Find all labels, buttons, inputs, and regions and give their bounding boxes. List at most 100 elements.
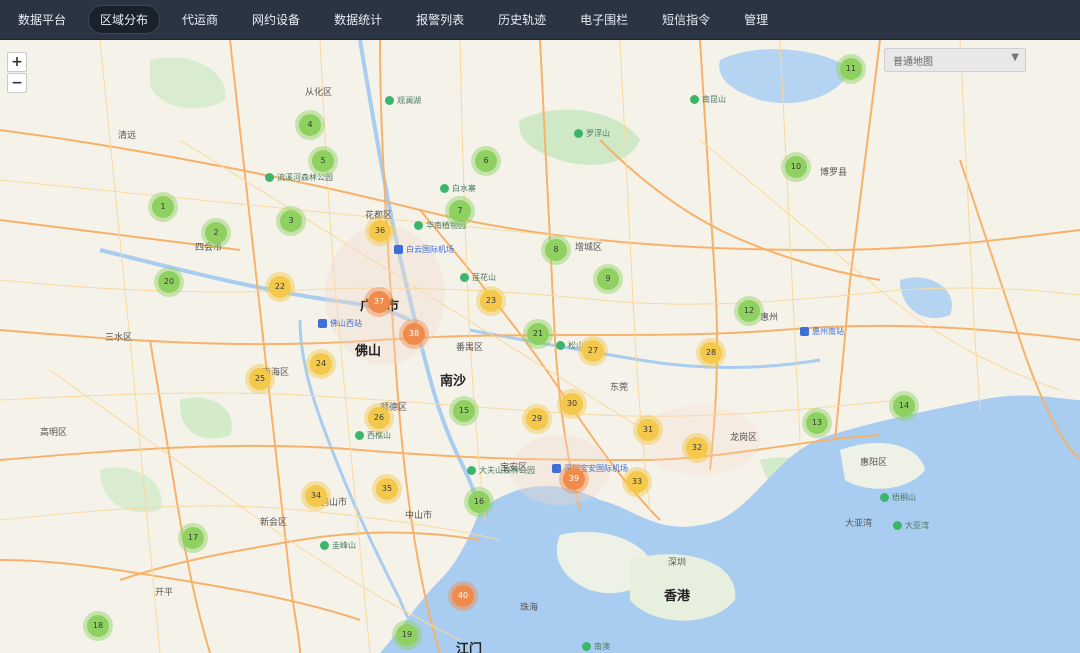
cluster-marker[interactable]: 21 (527, 323, 549, 345)
poi-label: 西樵山 (367, 431, 391, 440)
poi-marker[interactable]: 观澜湖 (385, 95, 421, 106)
nav-item[interactable]: 报警列表 (404, 5, 476, 34)
place-label: 增城区 (575, 243, 603, 253)
place-label: 中山市 (405, 511, 433, 521)
map-type-select[interactable]: 普通地图 ▼ (884, 48, 1026, 72)
map-view[interactable]: 广州市佛山南沙东莞中山市深圳香港江门惠州从化区花都区增城区番禺区顺德区南海区三水… (0, 40, 1080, 653)
cluster-marker[interactable]: 28 (700, 342, 722, 364)
poi-marker[interactable]: 大夫山森林公园 (467, 465, 535, 476)
park-icon (556, 341, 565, 350)
cluster-marker[interactable]: 37 (368, 291, 390, 313)
poi-label: 南昆山 (702, 95, 726, 104)
nav-item[interactable]: 数据统计 (322, 5, 394, 34)
cluster-marker[interactable]: 14 (893, 395, 915, 417)
cluster-marker[interactable]: 31 (637, 419, 659, 441)
cluster-marker[interactable]: 34 (305, 485, 327, 507)
cluster-marker[interactable]: 19 (396, 624, 418, 646)
cluster-marker[interactable]: 30 (561, 393, 583, 415)
nav-item[interactable]: 网约设备 (240, 5, 312, 34)
place-label: 番禺区 (456, 343, 484, 353)
poi-marker[interactable]: 莲花山 (460, 272, 496, 283)
cluster-marker[interactable]: 15 (453, 400, 475, 422)
poi-marker[interactable]: 惠州南站 (800, 326, 844, 337)
cluster-marker[interactable]: 5 (312, 150, 334, 172)
cluster-marker[interactable]: 8 (545, 239, 567, 261)
place-label: 惠州 (760, 313, 779, 323)
cluster-marker[interactable]: 3 (280, 210, 302, 232)
top-navigation-bar: 数据平台 区域分布 代运商 网约设备 数据统计 报警列表 历史轨迹 电子围栏 短信指令 管理 (0, 0, 1080, 40)
park-icon (320, 541, 329, 550)
nav-item[interactable]: 数据平台 (6, 5, 78, 34)
cluster-marker[interactable]: 29 (526, 408, 548, 430)
poi-marker[interactable]: 南澳 (582, 641, 610, 652)
poi-marker[interactable]: 大亚湾 (893, 520, 929, 531)
cluster-marker[interactable]: 33 (626, 471, 648, 493)
cluster-marker[interactable]: 32 (686, 437, 708, 459)
zoom-in-button[interactable]: + (7, 52, 27, 72)
cluster-marker[interactable]: 6 (475, 150, 497, 172)
poi-marker[interactable]: 罗浮山 (574, 128, 610, 139)
nav-item[interactable]: 历史轨迹 (486, 5, 558, 34)
cluster-marker[interactable]: 20 (158, 271, 180, 293)
cluster-marker[interactable]: 12 (738, 300, 760, 322)
cluster-marker[interactable]: 35 (376, 478, 398, 500)
park-icon (582, 642, 591, 651)
place-label: 新会区 (260, 518, 288, 528)
cluster-marker[interactable]: 40 (452, 585, 474, 607)
poi-marker[interactable]: 白云国际机场 (394, 244, 454, 255)
nav-item[interactable]: 管理 (732, 5, 780, 34)
place-label: 南沙 (440, 374, 467, 389)
park-icon (460, 273, 469, 282)
poi-label: 圭峰山 (332, 541, 356, 550)
cluster-marker[interactable]: 24 (310, 353, 332, 375)
cluster-marker[interactable]: 26 (368, 407, 390, 429)
cluster-marker[interactable]: 16 (468, 491, 490, 513)
place-label: 开平 (155, 588, 174, 598)
park-icon (574, 129, 583, 138)
poi-marker[interactable]: 流溪河森林公园 (265, 172, 333, 183)
cluster-marker[interactable]: 17 (182, 527, 204, 549)
cluster-marker[interactable]: 38 (403, 323, 425, 345)
poi-marker[interactable]: 深圳宝安国际机场 (552, 463, 628, 474)
chevron-down-icon: ▼ (1011, 52, 1019, 63)
cluster-marker[interactable]: 4 (299, 114, 321, 136)
app-window: 数据平台 区域分布 代运商 网约设备 数据统计 报警列表 历史轨迹 电子围栏 短信指令 管理 (0, 0, 1080, 653)
place-label: 江门 (456, 642, 483, 653)
poi-marker[interactable]: 西樵山 (355, 430, 391, 441)
park-icon (385, 96, 394, 105)
nav-item[interactable]: 区域分布 (88, 5, 161, 34)
cluster-marker[interactable]: 10 (785, 156, 807, 178)
cluster-marker[interactable]: 7 (449, 200, 471, 222)
place-label: 清远 (118, 131, 137, 141)
cluster-marker[interactable]: 36 (369, 220, 391, 242)
poi-marker[interactable]: 佛山西站 (318, 318, 362, 329)
cluster-marker[interactable]: 2 (205, 222, 227, 244)
poi-label: 白云国际机场 (406, 245, 454, 254)
nav-item[interactable]: 短信指令 (650, 5, 722, 34)
nav-item[interactable]: 代运商 (170, 5, 230, 34)
base-map (0, 40, 1080, 653)
cluster-marker[interactable]: 9 (597, 268, 619, 290)
zoom-out-button[interactable]: − (7, 73, 27, 93)
poi-label: 大夫山森林公园 (479, 466, 535, 475)
poi-marker[interactable]: 白水寨 (440, 183, 476, 194)
cluster-marker[interactable]: 1 (152, 196, 174, 218)
cluster-marker[interactable]: 11 (840, 58, 862, 80)
nav-item[interactable]: 电子围栏 (568, 5, 640, 34)
cluster-marker[interactable]: 23 (480, 290, 502, 312)
park-icon (414, 221, 423, 230)
poi-label: 莲花山 (472, 273, 496, 282)
cluster-marker[interactable]: 18 (87, 615, 109, 637)
poi-marker[interactable]: 梧桐山 (880, 492, 916, 503)
cluster-marker[interactable]: 13 (806, 412, 828, 434)
park-icon (690, 95, 699, 104)
place-label: 珠海 (520, 603, 539, 613)
cluster-marker[interactable]: 39 (563, 468, 585, 490)
cluster-marker[interactable]: 27 (582, 340, 604, 362)
place-label: 高明区 (40, 428, 68, 438)
cluster-marker[interactable]: 25 (249, 368, 271, 390)
poi-marker[interactable]: 圭峰山 (320, 540, 356, 551)
poi-label: 佛山西站 (330, 319, 362, 328)
poi-marker[interactable]: 南昆山 (690, 94, 726, 105)
cluster-marker[interactable]: 22 (269, 276, 291, 298)
